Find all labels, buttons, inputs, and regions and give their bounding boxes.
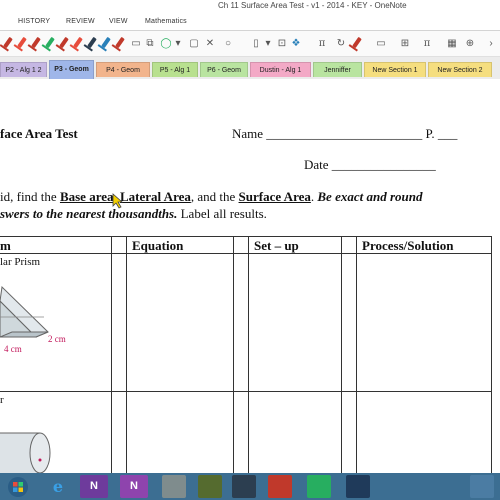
column-header-process: Process/Solution — [362, 238, 454, 253]
window-title: Ch 11 Surface Area Test - v1 - 2014 - KE… — [218, 1, 407, 10]
column-header-setup: Set – up — [254, 238, 299, 253]
table-border — [0, 236, 492, 237]
column-header-solid: m — [0, 238, 11, 253]
arrange-icon[interactable]: ⊡ — [276, 38, 288, 50]
pen-icon[interactable] — [31, 36, 41, 49]
chevron-right-icon[interactable]: › — [485, 38, 497, 50]
add-icon[interactable]: ⊕ — [464, 38, 476, 50]
app-icon[interactable] — [232, 475, 256, 498]
pen-icon[interactable] — [101, 36, 111, 49]
table-border — [233, 236, 234, 473]
section-tab[interactable]: P5 - Alg 1 — [152, 62, 198, 77]
pi-icon[interactable]: π — [421, 38, 433, 50]
pen-icon[interactable] — [115, 36, 125, 49]
copy-icon[interactable]: ⧉ — [144, 38, 156, 50]
table-border — [248, 236, 249, 473]
onenote-icon[interactable]: N — [80, 475, 108, 498]
app-icon[interactable] — [268, 475, 292, 498]
eraser-icon[interactable]: ▭ — [130, 38, 142, 50]
section-tab[interactable]: New Section 2 — [428, 62, 492, 77]
pen-icon[interactable] — [17, 36, 27, 49]
row-label-cylinder: r — [0, 394, 4, 406]
table-border — [0, 391, 492, 392]
table-border — [126, 236, 127, 473]
chevron-down-icon[interactable]: ▾ — [172, 38, 184, 50]
section-tab[interactable]: Jenniffer — [313, 62, 362, 77]
instructions-line-2: swers to the nearest thousandths. Label … — [0, 206, 267, 221]
ribbon-menu: HISTORY REVIEW VIEW Mathematics — [0, 14, 500, 31]
pen-icon[interactable] — [73, 36, 83, 49]
app-icon[interactable] — [307, 475, 331, 498]
pen-icon[interactable] — [87, 36, 97, 49]
app-icon[interactable] — [346, 475, 370, 498]
page-title: face Area Test — [0, 126, 78, 141]
title-bar: Ch 11 Surface Area Test - v1 - 2014 - KE… — [0, 0, 500, 14]
math-icon[interactable]: ▦ — [446, 38, 458, 50]
table-border — [341, 236, 342, 473]
column-header-equation: Equation — [132, 238, 184, 253]
chevron-down-icon[interactable]: ▾ — [262, 38, 274, 50]
menu-view[interactable]: VIEW — [109, 18, 128, 25]
lasso-icon[interactable]: ◯ — [160, 38, 172, 50]
rotate-icon[interactable]: ↻ — [335, 38, 347, 50]
rectangle-icon[interactable]: ▯ — [250, 38, 262, 50]
date-field-label: Date ________________ — [304, 157, 436, 172]
cursor-icon — [112, 193, 124, 209]
section-tab[interactable]: New Section 1 — [364, 62, 426, 77]
section-tab[interactable]: P3 - Geom — [49, 60, 94, 79]
section-tabs: P2 - Alg 1 2 P3 - Geom P4 - Geom P5 - Alg 1… — [0, 57, 500, 79]
circle-shape-icon[interactable]: ○ — [222, 38, 234, 50]
name-field-label: Name ________________________ P. ___ — [232, 126, 458, 141]
page-canvas: face Area Test Name ____________________… — [0, 79, 500, 473]
section-tab[interactable]: Dustin - Alg 1 — [250, 62, 311, 77]
pen-icon[interactable] — [59, 36, 69, 49]
instructions: id, find the Base area, Lateral Area, an… — [0, 189, 423, 204]
pi-icon[interactable]: π — [316, 38, 328, 50]
taskbar: e N N — [0, 473, 500, 500]
row-label-prism: lar Prism — [0, 256, 41, 268]
table-border — [491, 236, 492, 473]
menu-history[interactable]: HISTORY — [18, 18, 50, 25]
section-tab[interactable]: P2 - Alg 1 2 — [0, 62, 47, 77]
menu-mathematics[interactable]: Mathematics — [145, 18, 187, 25]
cylinder-figure — [0, 432, 51, 473]
close-shape-icon[interactable]: ✕ — [204, 38, 216, 50]
rotate-icon[interactable]: ❖ — [290, 38, 302, 50]
section-tab[interactable]: P4 - Geom — [96, 62, 150, 77]
pen-icon[interactable] — [3, 36, 13, 49]
shapes-icon[interactable]: ▢ — [188, 38, 200, 50]
grid-icon[interactable]: ⊞ — [399, 38, 411, 50]
dimension-label: 2 cm — [48, 334, 66, 344]
app-icon[interactable] — [198, 475, 222, 498]
start-button[interactable] — [4, 475, 32, 498]
dimension-label: 4 cm — [4, 344, 22, 354]
table-border — [356, 236, 357, 473]
pen-icon[interactable] — [45, 36, 55, 49]
function-icon[interactable]: ▭ — [375, 38, 387, 50]
menu-review[interactable]: REVIEW — [66, 18, 95, 25]
app-icon[interactable] — [162, 475, 186, 498]
toolbar: ▭ ⧉ ◯ ▾ ▢ ✕ ○ ▯ ▾ ⊡ ❖ π ↻ ▭ ⊞ π ▦ ⊕ › — [0, 31, 500, 57]
section-tab[interactable]: P6 - Geom — [200, 62, 248, 77]
internet-explorer-icon[interactable]: e — [44, 475, 72, 498]
app-icon[interactable] — [470, 475, 494, 498]
onenote-icon[interactable]: N — [120, 475, 148, 498]
pen-icon[interactable] — [352, 36, 362, 49]
